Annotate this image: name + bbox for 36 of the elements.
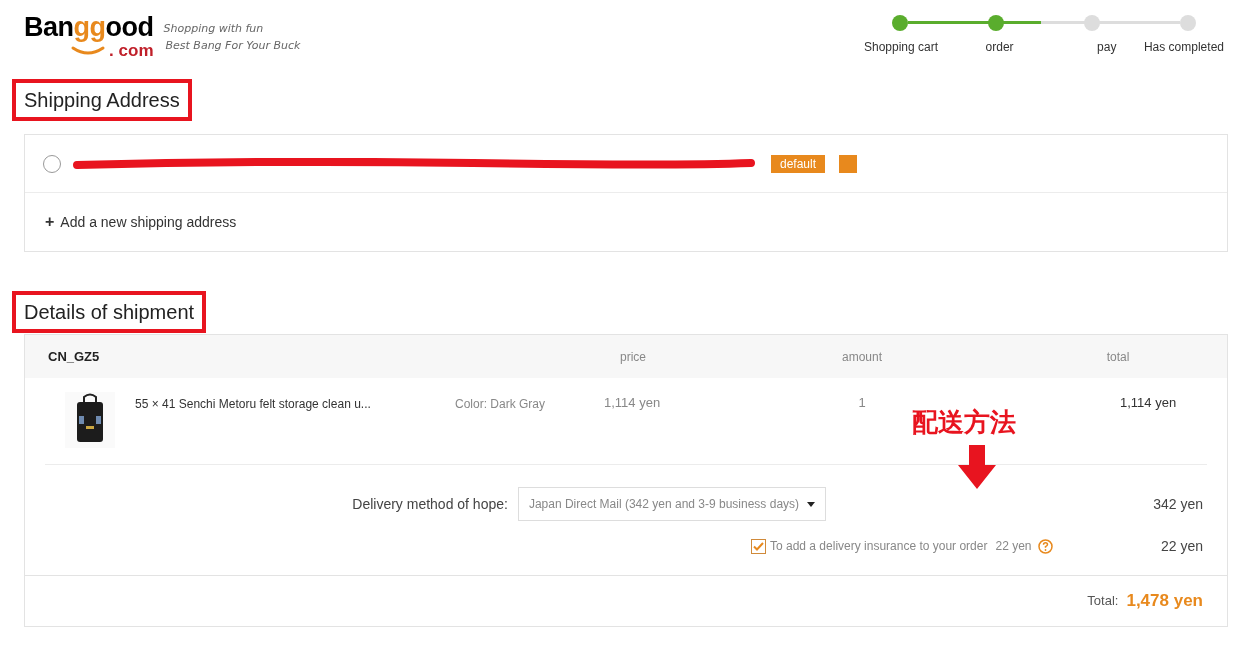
total-text: 1,114 yen — [1119, 394, 1177, 412]
insurance-price: 22 yen — [1160, 536, 1203, 556]
section-heading: Details of shipment — [12, 291, 207, 333]
delivery-label: Delivery method of hope: — [352, 494, 508, 514]
column-header: total — [1106, 348, 1130, 366]
product-color: Color: Dark Gray — [455, 396, 546, 413]
logo-domain: . com — [109, 42, 154, 60]
order-total: 1,478 yen — [1126, 590, 1203, 613]
default-badge: default — [771, 154, 826, 173]
tagline: Shopping with fun — [163, 22, 265, 36]
column-header: amount — [842, 348, 882, 366]
insurance-label: To add a delivery insurance to your order — [770, 538, 988, 555]
insurance-fee: 22 yen — [995, 538, 1032, 555]
delivery-price: 342 yen — [1153, 494, 1203, 514]
amount-text: 1 — [858, 394, 866, 412]
add-address-link[interactable]: + Add a new shipping address — [45, 210, 237, 234]
help-icon[interactable] — [1038, 538, 1054, 554]
step-label: Shopping cart — [864, 39, 939, 55]
edit-square-icon[interactable] — [839, 154, 858, 173]
step-label: order — [984, 39, 1014, 55]
step-label: Has completed — [1143, 39, 1224, 55]
product-title[interactable]: 55 × 41 Senchi Metoru felt storage clean u... — [135, 392, 435, 413]
price-text: 1,114 yen — [603, 394, 661, 412]
delivery-method-dropdown[interactable]: Japan Direct Mail (342 yen and 3-9 business days) — [517, 487, 826, 521]
insurance-checkbox[interactable] — [751, 538, 766, 554]
logo-wordmark: Banggood — [24, 12, 154, 42]
annotation-text: 配送方法 — [912, 406, 1016, 438]
total-label: Total: — [1087, 592, 1119, 611]
caret-icon — [806, 501, 815, 507]
smile-icon — [71, 46, 106, 56]
step-label: pay — [1096, 39, 1117, 55]
tagline: Best Bang For Your Buck — [164, 39, 301, 53]
warehouse-code: CN_GZ5 — [47, 347, 100, 366]
down-arrow-icon — [957, 445, 997, 489]
section-heading: Shipping Address — [12, 79, 192, 121]
column-header: price — [620, 348, 646, 366]
